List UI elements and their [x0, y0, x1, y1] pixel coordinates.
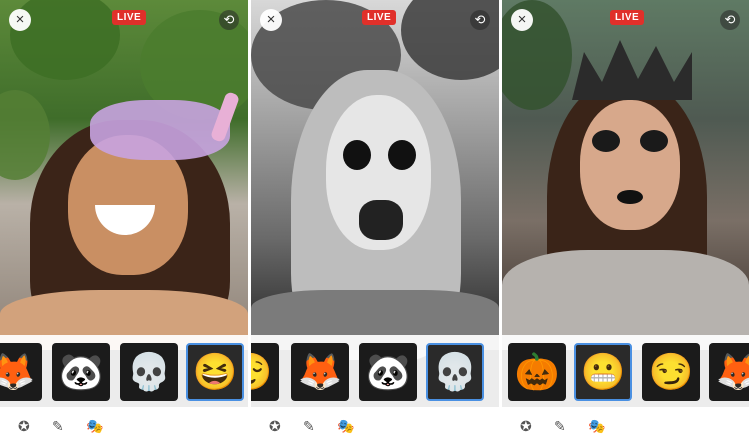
pencil-icon[interactable]: ✎ [52, 418, 64, 435]
mask-item[interactable]: 🦊 [709, 343, 749, 401]
mask-item[interactable]: 💀 [120, 343, 178, 401]
live-badge: LIVE [112, 10, 147, 25]
live-badge: LIVE [362, 10, 397, 25]
close-button[interactable]: × [260, 9, 282, 31]
live-badge: LIVE [610, 10, 645, 25]
bottom-toolbar: ✪ ✎ 🎭 [251, 407, 499, 445]
bottom-toolbar: ✪ ✎ 🎭 [502, 407, 749, 445]
flip-camera-button[interactable]: ⟲ [720, 10, 740, 30]
mask-item-selected[interactable]: 😬 [574, 343, 632, 401]
mask-item[interactable]: 🐼 [52, 343, 110, 401]
mask-item[interactable]: 😏 [642, 343, 700, 401]
live-camera-panel-1: × LIVE ⟲ 🦊 🐼 💀 😆 ✪ ✎ 🎭 [0, 0, 248, 445]
flip-camera-button[interactable]: ⟲ [219, 10, 239, 30]
flip-camera-button[interactable]: ⟲ [470, 10, 490, 30]
pencil-icon[interactable]: ✎ [303, 418, 315, 435]
close-button[interactable]: × [511, 9, 533, 31]
mask-item-selected[interactable]: 💀 [426, 343, 484, 401]
live-camera-panel-3: × LIVE ⟲ 🎃 😬 😏 🦊 ✪ ✎ 🎭 [502, 0, 749, 445]
mask-item[interactable]: 🦊 [291, 343, 349, 401]
mask-tray: 🎃 😬 😏 🦊 [502, 335, 749, 407]
live-camera-panel-2: × LIVE ⟲ 😌 🦊 🐼 💀 ✪ ✎ 🎭 [251, 0, 499, 445]
effects-icon[interactable]: ✪ [269, 418, 281, 435]
mask-tray: 🦊 🐼 💀 😆 [0, 335, 248, 407]
masks-icon[interactable]: 🎭 [588, 418, 605, 435]
mask-item[interactable]: 🐼 [359, 343, 417, 401]
mask-item-selected[interactable]: 😆 [186, 343, 244, 401]
camera-preview [251, 0, 499, 360]
masks-icon[interactable]: 🎭 [86, 418, 103, 435]
mask-item[interactable]: 🎃 [508, 343, 566, 401]
masks-icon[interactable]: 🎭 [337, 418, 354, 435]
close-button[interactable]: × [9, 9, 31, 31]
mask-item[interactable]: 😌 [251, 343, 279, 401]
camera-preview [502, 0, 749, 350]
camera-preview [0, 0, 248, 350]
pencil-icon[interactable]: ✎ [554, 418, 566, 435]
mask-item[interactable]: 🦊 [0, 343, 42, 401]
effects-icon[interactable]: ✪ [18, 418, 30, 435]
mask-tray: 😌 🦊 🐼 💀 [251, 335, 499, 407]
bottom-toolbar: ✪ ✎ 🎭 [0, 407, 248, 445]
effects-icon[interactable]: ✪ [520, 418, 532, 435]
